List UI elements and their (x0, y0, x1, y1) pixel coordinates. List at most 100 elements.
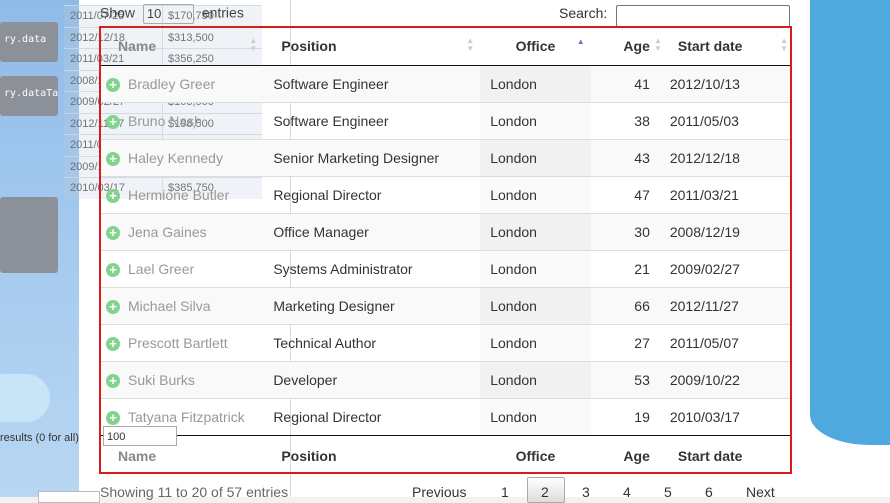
search-input[interactable] (616, 5, 790, 27)
cell-position: Regional Director (263, 398, 481, 436)
cell-office: London (480, 324, 591, 362)
background-wave (810, 0, 890, 445)
cell-age: 47 (590, 176, 660, 214)
cell-position: Software Engineer (263, 65, 481, 103)
table-row[interactable]: + Suki Burks Developer London 53 2009/10/22 (100, 361, 790, 399)
cell-start-date: 2011/05/03 (659, 102, 790, 140)
length-menu: Show 10 entries (100, 4, 244, 24)
page-button[interactable]: 3 (582, 484, 590, 500)
cell-age: 43 (590, 139, 660, 177)
cell-name: + Hermione Butler (100, 176, 264, 214)
cell-age: 38 (590, 102, 660, 140)
expand-row-icon[interactable]: + (106, 337, 120, 352)
cell-name: + Lael Greer (100, 250, 264, 288)
cell-text: Michael Silva (128, 297, 211, 314)
cell-age: 19 (590, 398, 660, 436)
cell-start-date: 2008/12/19 (659, 213, 790, 251)
table-row[interactable]: + Jena Gaines Office Manager London 30 2008/1… (100, 213, 790, 251)
background-code-label: ry.data (4, 34, 47, 45)
page-button-current[interactable]: 2 (541, 484, 549, 500)
header-row: Name ▲ ▼ Position ▲ ▼ Office ▲ Age ▲ ▼ Start da… (100, 27, 790, 66)
cell-start-date: 2011/03/21 (659, 176, 790, 214)
background-input (38, 491, 100, 503)
cell-start-date: 2012/10/13 (659, 65, 790, 103)
cell-text: Lael Greer (128, 260, 195, 277)
table-row[interactable]: + Tatyana Fitzpatrick Regional Director Lon… (100, 398, 790, 436)
expand-row-icon[interactable]: + (106, 411, 120, 426)
cell-position: Technical Author (263, 324, 481, 362)
footer-header-start-date: Start date (659, 435, 790, 475)
column-header-position[interactable]: Position ▲ ▼ (263, 27, 481, 66)
cell-text: Suki Burks (128, 371, 195, 388)
sort-icon: ▲ ▼ (249, 36, 258, 53)
table-row[interactable]: + Hermione Butler Regional Director London 4… (100, 176, 790, 214)
table-row[interactable]: + Prescott Bartlett Technical Author London… (100, 324, 790, 362)
column-header-label: Age (623, 38, 650, 54)
cell-start-date: 2009/10/22 (659, 361, 790, 399)
length-menu-show-label: Show (100, 4, 136, 21)
search-label: Search: (559, 5, 608, 21)
expand-row-icon[interactable]: + (106, 263, 120, 278)
column-header-label: Name (118, 38, 157, 54)
table-row[interactable]: + Michael Silva Marketing Designer London 66… (100, 287, 790, 325)
data-table: Name ▲ ▼ Position ▲ ▼ Office ▲ Age ▲ ▼ Start da… (100, 27, 790, 475)
results-count-input[interactable]: 100 (103, 426, 177, 446)
cell-text: Tatyana Fitzpatrick (128, 408, 245, 425)
column-header-start-date[interactable]: Start date ▲ ▼ (659, 27, 790, 66)
column-header-name[interactable]: Name ▲ ▼ (100, 27, 264, 66)
cell-office: London (480, 139, 591, 177)
cell-start-date: 2011/05/07 (659, 324, 790, 362)
cell-position: Developer (263, 361, 481, 399)
cell-name: + Haley Kennedy (100, 139, 264, 177)
cell-name: + Jena Gaines (100, 213, 264, 251)
length-menu-entries-label: entries (201, 4, 244, 21)
length-select[interactable]: 10 (142, 4, 194, 24)
cell-start-date: 2012/12/18 (659, 139, 790, 177)
cell-office: London (480, 102, 591, 140)
expand-row-icon[interactable]: + (106, 374, 120, 389)
page-button[interactable]: 1 (501, 484, 509, 500)
table-row[interactable]: + Haley Kennedy Senior Marketing Designer L… (100, 139, 790, 177)
cell-position: Marketing Designer (263, 287, 481, 325)
cell-age: 30 (590, 213, 660, 251)
background-button (0, 197, 58, 273)
cell-text: Jena Gaines (128, 223, 207, 240)
cell-name: + Bradley Greer (100, 65, 264, 103)
cell-text: Haley Kennedy (128, 149, 223, 166)
cell-office: London (480, 287, 591, 325)
page-button[interactable]: 6 (705, 484, 713, 500)
background-button: ry.data (0, 22, 58, 62)
cell-name: + Prescott Bartlett (100, 324, 264, 362)
expand-row-icon[interactable]: + (106, 226, 120, 241)
pagination-next[interactable]: Next (746, 484, 775, 500)
expand-row-icon[interactable]: + (106, 78, 120, 93)
table-row[interactable]: + Bruno Nash Software Engineer London 38 2011… (100, 102, 790, 140)
expand-row-icon[interactable]: + (106, 189, 120, 204)
footer-header-position: Position (263, 435, 481, 475)
pagination-previous[interactable]: Previous (412, 484, 466, 500)
expand-row-icon[interactable]: + (106, 300, 120, 315)
cell-age: 66 (590, 287, 660, 325)
footer-row: Name Position Office Age Start date (100, 435, 790, 475)
sort-ascending-icon: ▲ (576, 37, 585, 46)
cell-office: London (480, 176, 591, 214)
table-row[interactable]: + Bradley Greer Software Engineer London 41 2… (100, 65, 790, 103)
column-header-office[interactable]: Office ▲ (480, 27, 591, 66)
background-button: ry.dataTa (0, 76, 58, 116)
table-info: Showing 11 to 20 of 57 entries (100, 484, 289, 500)
column-header-label: Start date (677, 38, 743, 54)
expand-row-icon[interactable]: + (106, 152, 120, 167)
cell-age: 27 (590, 324, 660, 362)
expand-row-icon[interactable]: + (106, 115, 120, 130)
footer-header-office: Office (480, 435, 591, 475)
page-button[interactable]: 4 (623, 484, 631, 500)
cell-position: Office Manager (263, 213, 481, 251)
page-button[interactable]: 5 (664, 484, 672, 500)
cell-position: Senior Marketing Designer (263, 139, 481, 177)
column-header-label: Position (281, 38, 337, 54)
cell-name: + Suki Burks (100, 361, 264, 399)
table-row[interactable]: + Lael Greer Systems Administrator London 21… (100, 250, 790, 288)
cell-start-date: 2009/02/27 (659, 250, 790, 288)
column-header-age[interactable]: Age ▲ ▼ (590, 27, 662, 66)
sort-icon: ▲ ▼ (466, 36, 475, 53)
